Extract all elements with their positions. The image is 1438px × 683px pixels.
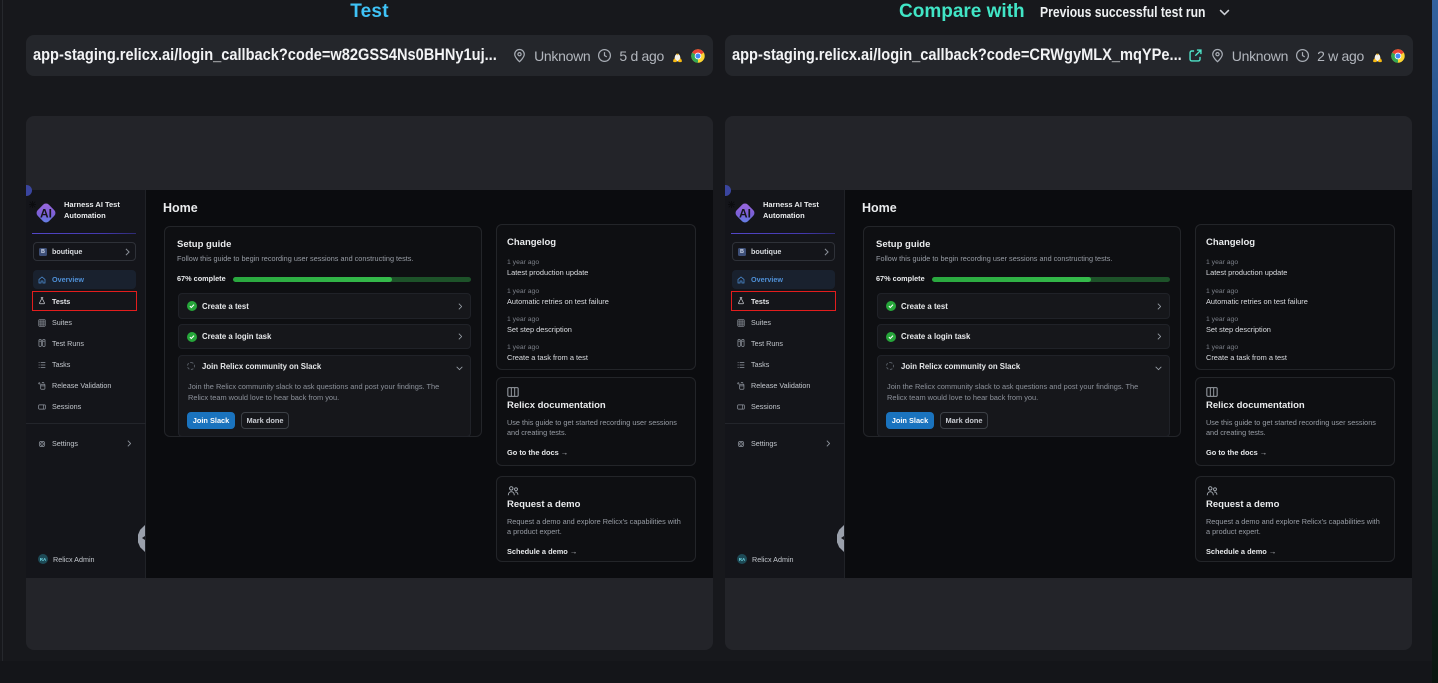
svg-text:AI: AI: [739, 207, 751, 221]
svg-text:AI: AI: [40, 207, 52, 221]
